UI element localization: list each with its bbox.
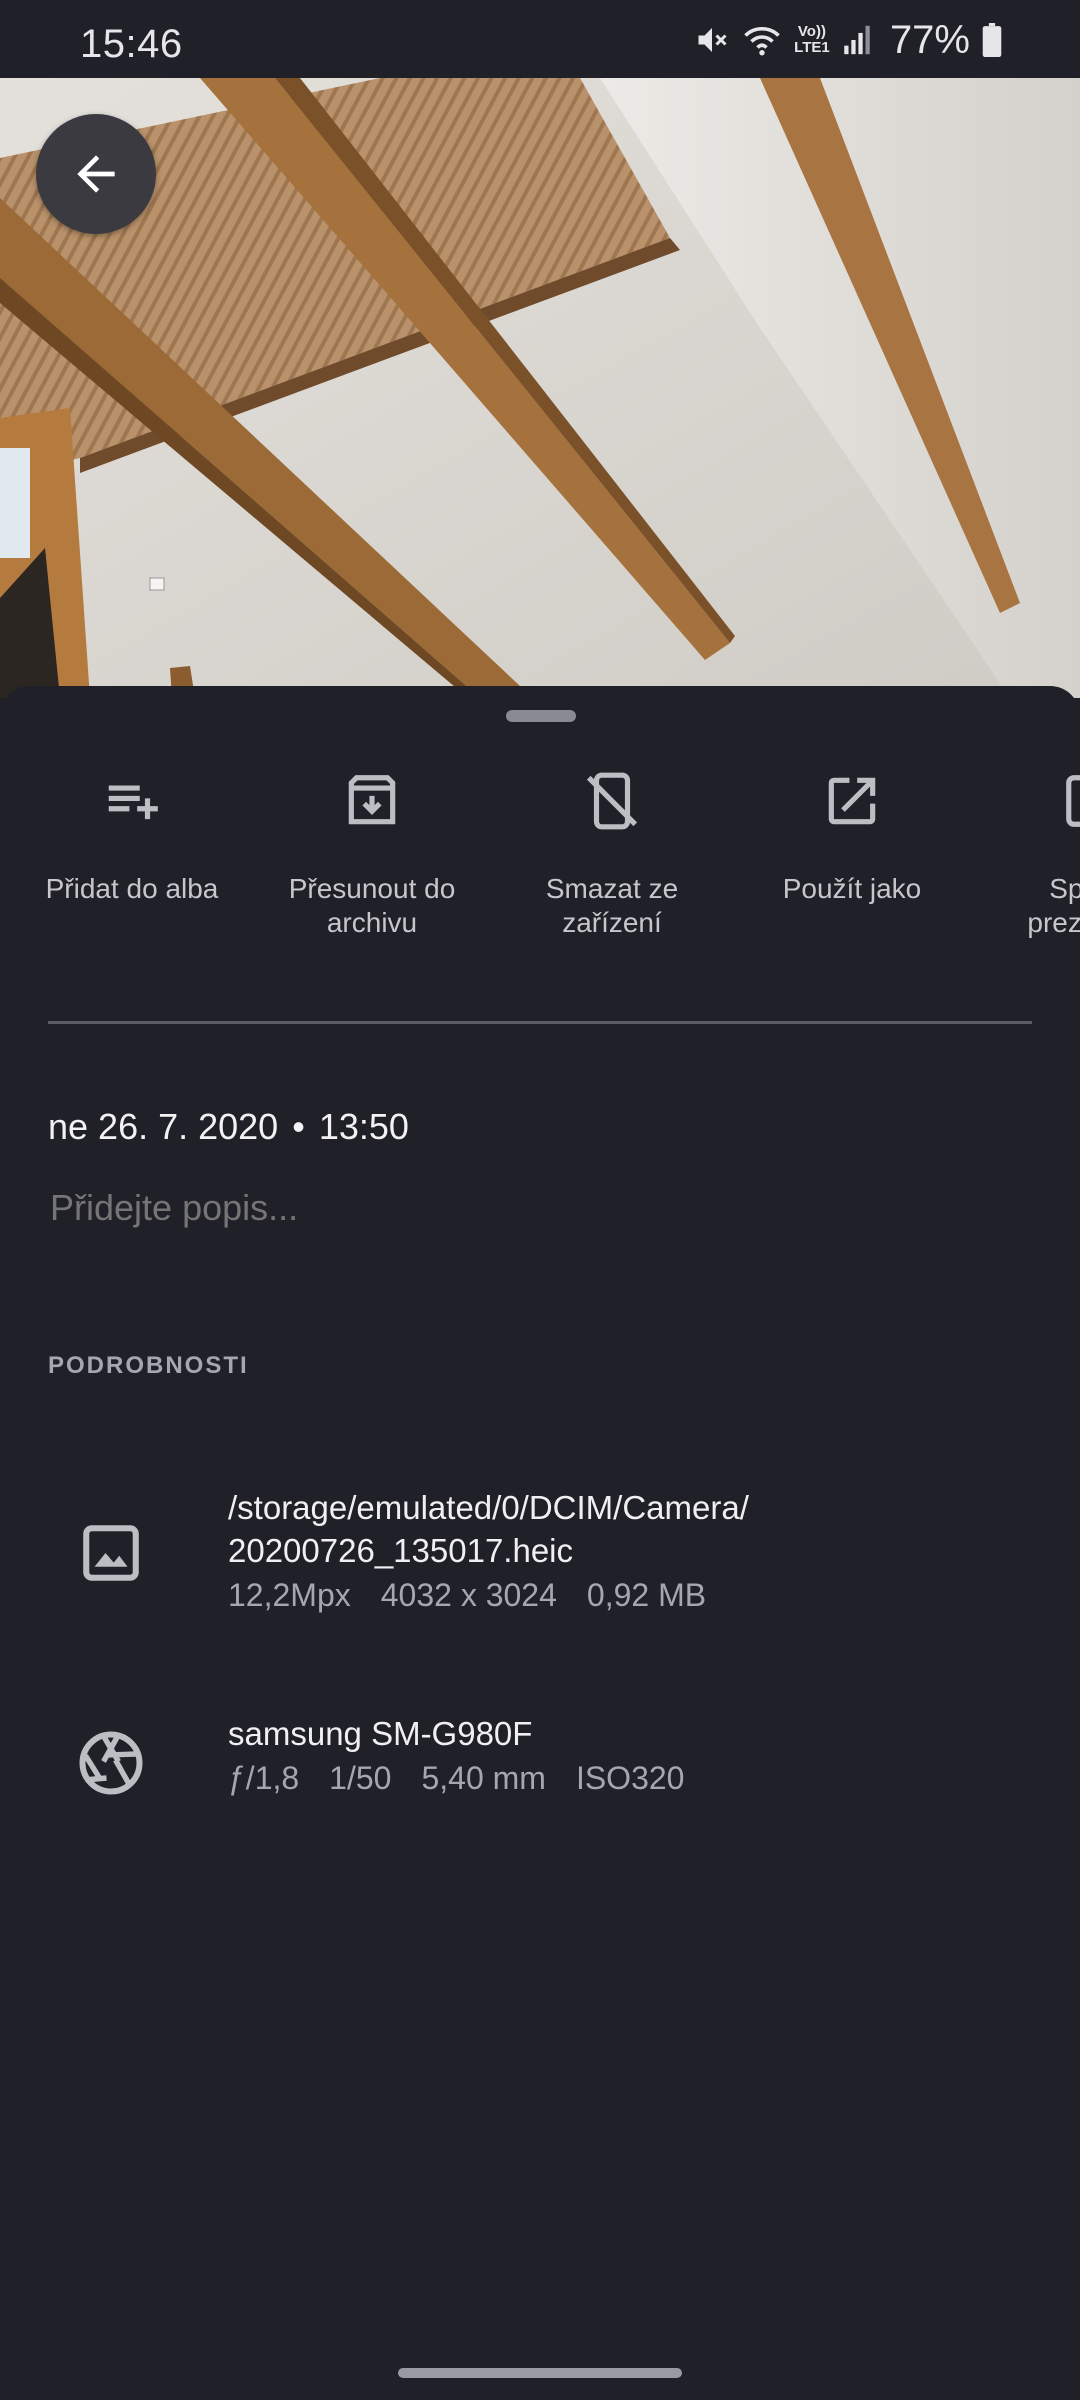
wifi-icon	[742, 22, 782, 58]
file-path-line2: 20200726_135017.heic	[228, 1532, 574, 1569]
action-label: Smazat ze zařízení	[545, 873, 679, 938]
mute-icon	[694, 22, 730, 58]
divider	[48, 1021, 1032, 1024]
info-sheet: Přidat do alba Přesunout do archivu Smaz…	[0, 686, 1080, 2400]
delete-from-device-button[interactable]: Smazat ze zařízení	[502, 766, 722, 966]
slideshow-button[interactable]: Spustit prezentaci	[982, 766, 1080, 966]
back-button[interactable]	[36, 114, 156, 234]
camera-focal-length: 5,40 mm	[421, 1760, 546, 1796]
battery-percent: 77%	[889, 17, 970, 62]
arrow-left-icon	[77, 155, 115, 193]
image-icon	[74, 1516, 148, 1590]
action-label: Spustit prezentaci	[1027, 873, 1080, 938]
status-bar: 15:46 Vo)) LTE1 77%	[0, 0, 1080, 78]
home-indicator[interactable]	[398, 2368, 682, 2378]
caption-input[interactable]	[48, 1186, 948, 1230]
file-resolution: 4032 x 3024	[380, 1577, 557, 1613]
camera-aperture-icon	[74, 1726, 148, 1800]
archive-icon	[337, 766, 407, 836]
camera-detail-row[interactable]: samsung SM-G980F ƒ/1,8 1/50 5,40 mm ISO320	[0, 1712, 1080, 1812]
playlist-add-icon	[97, 766, 167, 836]
photo-date: ne 26. 7. 2020	[48, 1106, 279, 1147]
photo-time: 13:50	[318, 1106, 409, 1147]
status-icons: Vo)) LTE1 77%	[694, 18, 1002, 62]
action-label: Přidat do alba	[45, 873, 219, 904]
add-to-album-button[interactable]: Přidat do alba	[22, 766, 242, 966]
camera-shutter: 1/50	[329, 1760, 392, 1796]
action-row: Přidat do alba Přesunout do archivu Smaz…	[0, 766, 1080, 966]
file-path-line1: /storage/emulated/0/DCIM/Camera/	[228, 1489, 749, 1526]
volte-icon: Vo)) LTE1	[794, 23, 830, 56]
photo-preview[interactable]	[0, 78, 1080, 698]
date-time[interactable]: ne 26. 7. 2020 • 13:50	[48, 1106, 409, 1148]
status-time: 15:46	[80, 22, 183, 66]
camera-model: samsung SM-G980F	[228, 1715, 533, 1752]
camera-meta: ƒ/1,8 1/50 5,40 mm ISO320	[228, 1757, 714, 1799]
open-in-new-icon	[817, 766, 887, 836]
camera-iso: ISO320	[575, 1760, 685, 1796]
signal-icon	[842, 23, 872, 57]
mobile-off-icon	[577, 766, 647, 836]
file-megapixels: 12,2Mpx	[228, 1577, 351, 1613]
action-label: Použít jako	[782, 873, 922, 904]
archive-button[interactable]: Přesunout do archivu	[262, 766, 482, 966]
separator-dot: •	[292, 1106, 305, 1147]
camera-aperture: ƒ/1,8	[228, 1760, 300, 1796]
drag-handle[interactable]	[506, 710, 576, 722]
photo-image	[0, 78, 1080, 698]
file-size: 0,92 MB	[586, 1577, 707, 1613]
slideshow-icon	[1057, 766, 1080, 836]
action-label: Přesunout do archivu	[288, 873, 456, 938]
use-as-button[interactable]: Použít jako	[742, 766, 962, 966]
battery-icon	[982, 23, 1002, 57]
file-detail-text: /storage/emulated/0/DCIM/Camera/ 2020072…	[228, 1486, 749, 1616]
section-title: PODROBNOSTI	[48, 1352, 249, 1379]
file-meta: 12,2Mpx 4032 x 3024 0,92 MB	[228, 1574, 749, 1616]
camera-detail-text: samsung SM-G980F ƒ/1,8 1/50 5,40 mm ISO320	[228, 1712, 714, 1799]
file-detail-row[interactable]: /storage/emulated/0/DCIM/Camera/ 2020072…	[0, 1486, 1080, 1626]
